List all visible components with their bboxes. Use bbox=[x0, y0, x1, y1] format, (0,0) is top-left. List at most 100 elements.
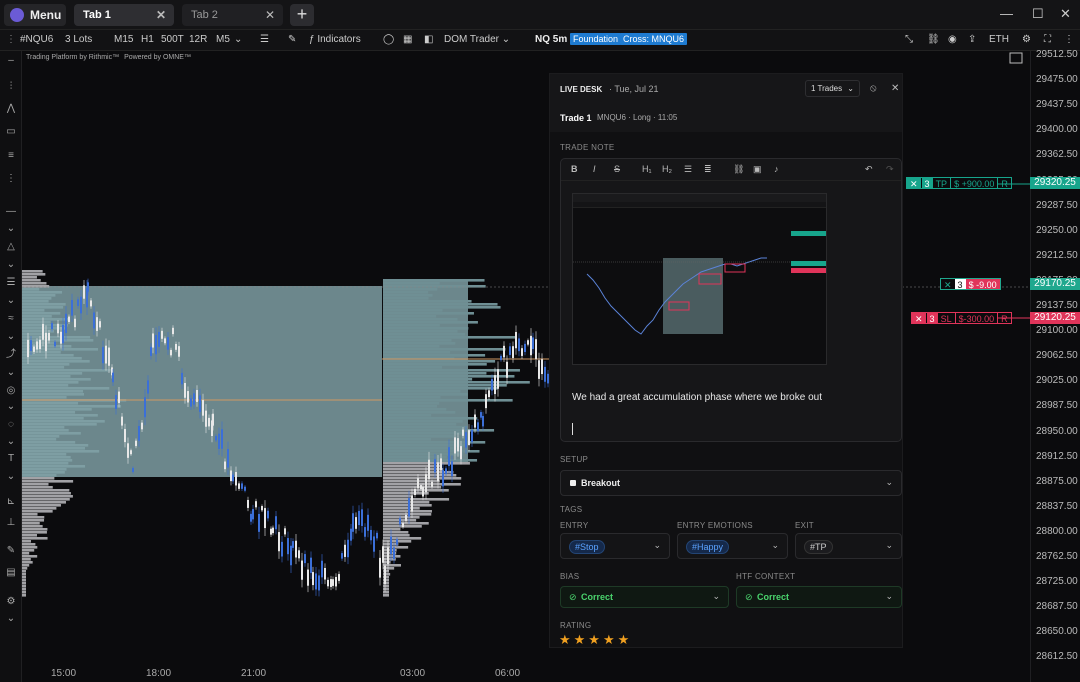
paint-icon[interactable]: ✎ bbox=[5, 545, 17, 557]
exit-select[interactable]: #TP ⌄ bbox=[795, 533, 902, 559]
rating-stars[interactable]: ★★★★★ bbox=[559, 632, 632, 648]
minimize-button[interactable]: — bbox=[1000, 6, 1013, 21]
session-selector[interactable]: ETH bbox=[989, 34, 1009, 45]
italic-button[interactable]: I bbox=[593, 164, 596, 174]
candle-body bbox=[130, 450, 132, 455]
pencil-icon[interactable]: ✎ bbox=[288, 34, 296, 45]
candle-body bbox=[465, 432, 467, 448]
symbol-selector[interactable]: #NQU6 bbox=[20, 34, 53, 45]
lots-selector[interactable]: 3 Lots bbox=[65, 34, 92, 45]
triangle-icon[interactable]: △ bbox=[5, 241, 17, 253]
close-order-icon[interactable]: ✕ bbox=[907, 178, 921, 189]
scroll-right-icon[interactable] bbox=[1009, 52, 1023, 64]
gear-icon[interactable]: ⚙ bbox=[1022, 34, 1031, 45]
entry-emotions-select[interactable]: #Happy ⌄ bbox=[677, 533, 788, 559]
close-position-icon[interactable]: ✕ bbox=[941, 279, 955, 290]
close-icon[interactable]: ✕ bbox=[891, 83, 899, 94]
chevron-down-icon[interactable]: ⌄ bbox=[5, 401, 17, 413]
price-tick: 29212.50 bbox=[1036, 249, 1078, 261]
tp-order-tag[interactable]: ✕ 3 TP $ +900.00 R bbox=[906, 177, 1012, 189]
chevron-down-icon[interactable]: ⌄ bbox=[5, 295, 17, 307]
sl-order-tag[interactable]: ✕ 3 SL $-300.00 R bbox=[911, 312, 1012, 324]
templates-icon[interactable]: ▦ bbox=[403, 34, 412, 45]
microphone-icon[interactable]: ♪ bbox=[774, 164, 779, 174]
trades-dropdown[interactable]: 1 Trades ⌄ bbox=[805, 80, 860, 97]
drag-handle-icon[interactable]: ⋮ bbox=[6, 34, 16, 45]
zigzag-icon[interactable]: ⋀ bbox=[5, 103, 17, 115]
list-icon[interactable]: ☰ bbox=[5, 277, 17, 289]
camera-icon[interactable]: ◉ bbox=[948, 34, 957, 45]
measure-icon[interactable]: ⊥ bbox=[5, 517, 17, 529]
heading1-button[interactable]: H₁ bbox=[642, 164, 652, 174]
objects-icon[interactable]: ▤ bbox=[5, 567, 17, 579]
chevron-down-icon[interactable]: ⌄ bbox=[5, 613, 17, 625]
panel-toggle-icon[interactable]: ◧ bbox=[424, 34, 433, 45]
tab-1[interactable]: Tab 1 ✕ bbox=[74, 4, 174, 26]
menu-button[interactable]: Menu bbox=[4, 4, 66, 26]
mouse-icon[interactable]: ◯ bbox=[383, 34, 394, 45]
bell-off-icon[interactable]: ⦸ bbox=[870, 83, 877, 94]
rectangle-icon[interactable]: ▭ bbox=[5, 126, 17, 138]
entry-select[interactable]: #Stop ⌄ bbox=[560, 533, 670, 559]
shapes-icon[interactable]: ◌ bbox=[5, 419, 17, 431]
numbered-list-icon[interactable]: ≣ bbox=[704, 164, 712, 175]
candle-body bbox=[307, 569, 309, 586]
more-icon[interactable]: ⋮ bbox=[1064, 34, 1074, 45]
tab-2[interactable]: Tab 2 ✕ bbox=[182, 4, 283, 26]
chevron-down-icon[interactable]: ⌄ bbox=[5, 259, 17, 271]
timeframe-h1[interactable]: H1 bbox=[141, 34, 154, 45]
share-icon[interactable]: ⇪ bbox=[968, 34, 976, 45]
chevron-down-icon[interactable]: ⌄ bbox=[234, 34, 242, 45]
chevron-down-icon[interactable]: ⌄ bbox=[5, 331, 17, 343]
channel-icon[interactable]: ⋮ bbox=[5, 173, 17, 185]
bias-select[interactable]: ⊘ Correct ⌄ bbox=[560, 586, 729, 608]
fullscreen-icon[interactable]: ⛶ bbox=[1044, 34, 1051, 45]
close-order-icon[interactable]: ✕ bbox=[912, 313, 926, 324]
bullet-list-icon[interactable]: ☰ bbox=[684, 164, 692, 175]
text-icon[interactable]: T bbox=[5, 453, 17, 465]
chevron-down-icon[interactable]: ⌄ bbox=[5, 367, 17, 379]
heading2-button[interactable]: H₂ bbox=[662, 164, 672, 174]
timeframe-m15[interactable]: M15 bbox=[114, 34, 133, 45]
profile-bar bbox=[383, 534, 410, 537]
fib-icon[interactable]: ≡ bbox=[5, 150, 17, 162]
link-icon[interactable]: ⛓ bbox=[927, 34, 940, 45]
redo-icon[interactable]: ↷ bbox=[886, 164, 894, 175]
chevron-down-icon[interactable]: ⌄ bbox=[5, 223, 17, 235]
close-window-button[interactable]: ✕ bbox=[1060, 6, 1071, 22]
timeframe-m5[interactable]: M5 bbox=[216, 34, 230, 45]
order-pnl: $-300.00 bbox=[954, 313, 998, 324]
target-icon[interactable]: ◎ bbox=[5, 385, 17, 397]
image-icon[interactable]: ▣ bbox=[753, 164, 762, 175]
timeframe-500t[interactable]: 500T bbox=[161, 34, 184, 45]
layout-icon[interactable]: ☰ bbox=[260, 34, 269, 45]
pattern-icon[interactable]: ≈ bbox=[5, 313, 17, 325]
close-tab-icon[interactable]: ✕ bbox=[265, 8, 275, 22]
settings-icon[interactable]: ⚙ bbox=[5, 596, 17, 608]
indicators-button[interactable]: ƒ Indicators bbox=[309, 34, 361, 45]
htf-context-select[interactable]: ⊘ Correct ⌄ bbox=[736, 586, 902, 608]
trade-note-editor[interactable]: B I S H₁ H₂ ☰ ≣ ⛓ ▣ ♪ ↶ ↷ We had a great… bbox=[560, 158, 902, 442]
dom-trader-button[interactable]: DOM Trader ⌄ bbox=[444, 34, 510, 45]
chevron-down-icon[interactable]: ⌄ bbox=[5, 436, 17, 448]
add-tab-button[interactable]: + bbox=[290, 4, 314, 26]
close-tab-icon[interactable]: ✕ bbox=[156, 8, 166, 22]
maximize-button[interactable]: ☐ bbox=[1032, 6, 1044, 22]
setup-select[interactable]: Breakout ⌄ bbox=[560, 470, 902, 496]
horizontal-line-icon[interactable]: — bbox=[5, 206, 17, 218]
position-tag[interactable]: ✕ 3 $ -9.00 bbox=[940, 278, 1001, 290]
bold-button[interactable]: B bbox=[571, 164, 578, 174]
collapse-icon[interactable]: ⤡ bbox=[905, 34, 913, 45]
profile-bar bbox=[383, 279, 485, 282]
embedded-screenshot[interactable] bbox=[572, 193, 827, 365]
undo-icon[interactable]: ↶ bbox=[865, 164, 873, 175]
cursor-icon[interactable]: – bbox=[5, 55, 17, 67]
trendline-icon[interactable]: ⫶ bbox=[5, 81, 17, 93]
chevron-down-icon[interactable]: ⌄ bbox=[5, 471, 17, 483]
link-icon[interactable]: ⛓ bbox=[733, 164, 744, 175]
curve-icon[interactable]: ⤴ bbox=[5, 349, 17, 361]
timeframe-12r[interactable]: 12R bbox=[189, 34, 207, 45]
ruler-icon[interactable]: ⊾ bbox=[5, 496, 17, 508]
price-axis[interactable] bbox=[1030, 51, 1080, 682]
strikethrough-button[interactable]: S bbox=[614, 164, 620, 174]
